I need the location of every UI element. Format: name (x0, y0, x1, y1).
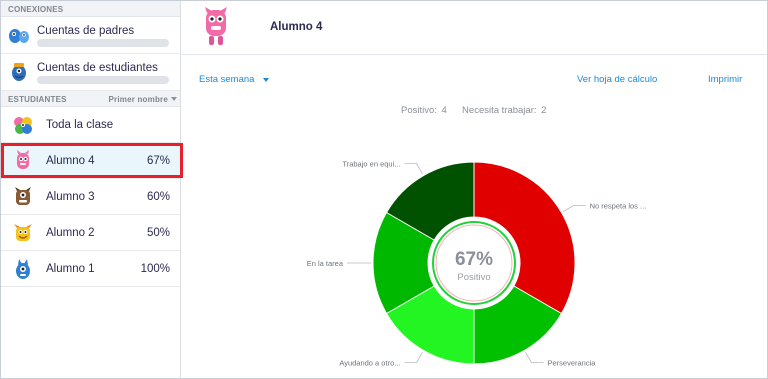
student-name: Alumno 3 (46, 191, 95, 203)
yellow-monster-icon (14, 224, 32, 241)
connection-parents[interactable]: Cuentas de padres (1, 17, 180, 54)
class-group-icon (14, 117, 32, 134)
sort-dropdown[interactable]: Primer nombre (108, 95, 168, 104)
main-panel: Alumno 4 Esta semana Ver hoja de cálculo… (182, 1, 767, 378)
slice-label: Perseverancia (548, 359, 597, 368)
student-percent: 60% (146, 191, 170, 203)
connection-parents-label: Cuentas de padres (37, 25, 135, 37)
connection-students-label: Cuentas de estudiantes (37, 62, 158, 74)
student-item-alumno-4[interactable]: Alumno 4 67% (1, 143, 183, 179)
slice-leader-line (404, 352, 423, 363)
connections-header: CONEXIONES (1, 1, 180, 17)
slice-label: Trabajo en equi... (342, 159, 400, 168)
student-item-alumno-3[interactable]: Alumno 3 60% (1, 179, 180, 215)
student-monster-icon (12, 63, 26, 81)
connection-parents-bar (37, 39, 169, 47)
student-item-alumno-1[interactable]: Alumno 1 100% (1, 251, 180, 287)
slice-label: En la tarea (307, 259, 344, 268)
students-header-label: ESTUDIANTES (8, 95, 67, 104)
connection-students-bar (37, 76, 169, 84)
slice-leader-line (525, 352, 544, 363)
connection-students[interactable]: Cuentas de estudiantes (1, 54, 180, 91)
student-name: Alumno 2 (46, 227, 95, 239)
slice-leader-line (404, 163, 423, 174)
connections-header-label: CONEXIONES (8, 5, 64, 14)
donut-center-value: 67% (455, 249, 493, 270)
behavior-donut-chart: No respeta los ... Perseverancia Ayudando … (307, 159, 647, 368)
sort-chevron-down-icon[interactable] (171, 97, 177, 101)
whole-class-label: Toda la clase (46, 119, 114, 131)
student-name: Alumno 1 (46, 263, 95, 275)
sidebar: CONEXIONES Cuentas de padres Cuentas de … (1, 1, 183, 378)
blue-monster-icon (16, 259, 30, 279)
student-item-alumno-2[interactable]: Alumno 2 50% (1, 215, 180, 251)
selection-highlight (1, 143, 183, 178)
parent-monster-icon (9, 29, 29, 43)
whole-class-item[interactable]: Toda la clase (1, 107, 180, 143)
slice-label: Ayudando a otro... (339, 359, 400, 368)
slice-leader-line (563, 205, 586, 212)
student-percent: 100% (140, 263, 170, 275)
brown-monster-icon (15, 187, 31, 205)
donut-center-label: Positivo (457, 272, 490, 283)
student-percent: 50% (146, 227, 170, 239)
students-header: ESTUDIANTES Primer nombre (1, 91, 180, 107)
slice-label: No respeta los ... (590, 202, 647, 211)
